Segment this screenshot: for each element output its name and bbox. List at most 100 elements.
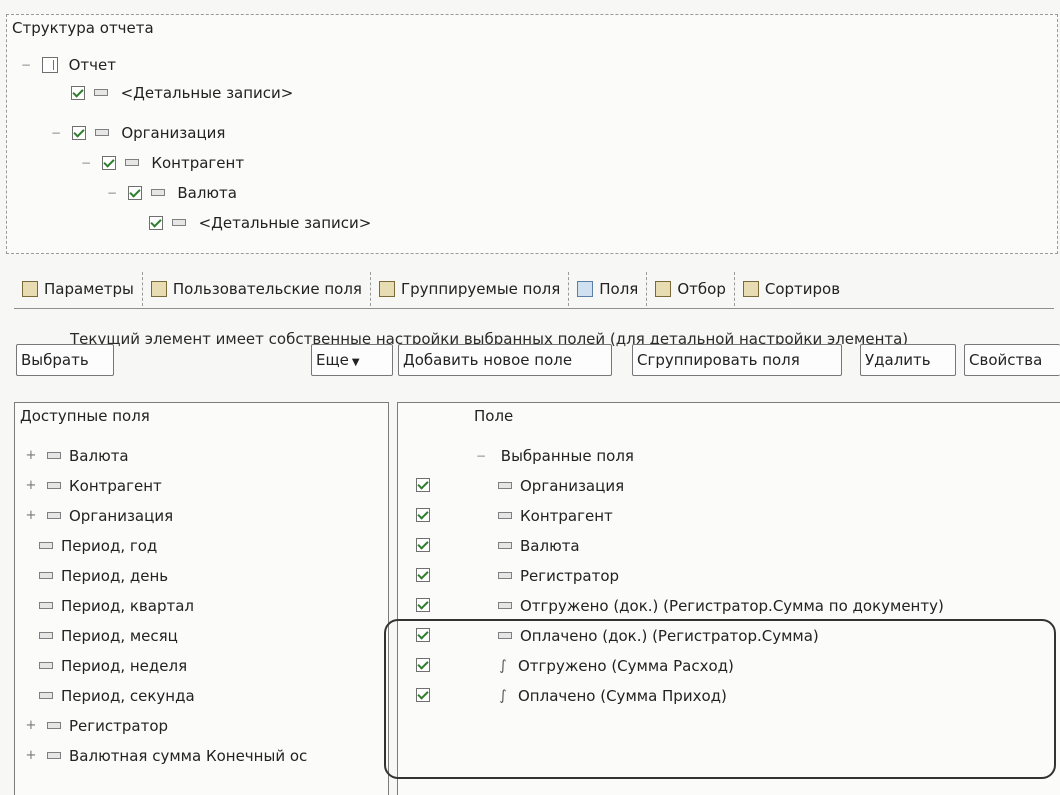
available-field-item[interactable]: + Контрагент [15,471,162,499]
available-field-label: Период, день [61,566,169,585]
selected-field-row[interactable]: Регистратор [398,561,1060,589]
selected-field-row[interactable]: Организация [398,471,1060,499]
selected-field-cell: Контрагент [498,501,613,530]
available-field-label: Период, квартал [61,596,194,615]
selected-field-row[interactable]: Валюта [398,531,1060,559]
tree-item-label: Контрагент [151,153,245,172]
field-icon [39,632,53,639]
tree-item-currency[interactable]: − Валюта [105,181,237,203]
field-icon [171,219,186,226]
selected-field-cell: Валюта [498,531,580,560]
available-field-item[interactable]: Период, квартал [15,591,194,619]
use-field-checkbox[interactable] [416,628,430,642]
tab-grouped-fields[interactable]: Группируемые поля [371,272,570,306]
choose-button[interactable]: Выбрать [16,344,114,376]
tab-filter[interactable]: Отбор [647,272,735,306]
field-icon [498,632,512,639]
tree-item-detail-records[interactable]: <Детальные записи> [71,81,293,103]
filter-icon [655,281,672,297]
selected-field-row[interactable]: Контрагент [398,501,1060,529]
expand-icon[interactable]: + [23,712,39,740]
tree-checkbox[interactable] [127,185,142,200]
expand-icon[interactable]: + [23,742,39,770]
selected-field-cell: ∫ Отгружено (Сумма Расход) [498,651,734,680]
use-field-checkbox[interactable] [416,478,430,492]
selected-field-row[interactable]: Оплачено (док.) (Регистратор.Сумма) [398,621,1060,649]
delete-button[interactable]: Удалить [860,344,956,376]
selected-fields-group[interactable]: − Выбранные поля [398,441,1060,469]
structure-title: Структура отчета [12,19,154,37]
tree-item-counterparty[interactable]: − Контрагент [79,151,244,173]
available-field-item[interactable]: + Валюта [15,441,129,469]
more-button[interactable]: Еще ▼ [311,344,393,376]
selected-field-label: Контрагент [520,506,613,525]
tab-label: Отбор [677,280,726,298]
grouped-fields-icon [378,281,395,297]
tree-item-report[interactable]: − Отчет [19,53,116,75]
field-icon [39,542,53,549]
tab-label: Пользовательские поля [172,280,362,298]
expand-icon[interactable]: + [23,442,39,470]
field-icon [93,89,108,96]
available-fields-list[interactable]: Доступные поля + Валюта + Контрагент + Органи… [14,402,389,795]
collapse-icon[interactable]: − [19,54,33,76]
expand-icon[interactable]: + [23,472,39,500]
selected-field-label: Отгружено (Сумма Расход) [518,656,734,675]
tree-item-organization[interactable]: − Организация [49,121,225,143]
numeric-field-icon: ∫ [499,657,507,674]
collapse-icon[interactable]: − [474,442,488,470]
use-field-checkbox[interactable] [416,568,430,582]
button-label: Сгруппировать поля [637,351,800,369]
report-icon [41,56,58,73]
fields-icon [577,281,594,297]
use-field-checkbox[interactable] [416,508,430,522]
tree-checkbox[interactable] [71,125,86,140]
tree-checkbox[interactable] [71,85,85,100]
selected-field-row[interactable]: Отгружено (док.) (Регистратор.Сумма по д… [398,591,1060,619]
field-icon [39,572,53,579]
available-field-item[interactable]: Период, месяц [15,621,178,649]
collapse-icon[interactable]: − [79,152,93,174]
chevron-down-icon: ▼ [351,357,360,368]
field-icon [498,572,512,579]
use-field-checkbox[interactable] [416,538,430,552]
available-field-item[interactable]: Период, секунда [15,681,195,709]
use-field-checkbox[interactable] [416,598,430,612]
selected-field-row[interactable]: ∫ Оплачено (Сумма Приход) [398,681,1060,709]
tab-parameters[interactable]: Параметры [14,272,143,306]
tab-label: Группируемые поля [400,280,561,298]
add-new-field-button[interactable]: Добавить новое поле [398,344,612,376]
tab-sort[interactable]: Сортиров [735,272,848,306]
field-icon [94,129,109,136]
tree-checkbox[interactable] [149,215,163,230]
available-field-item[interactable]: + Валютная сумма Конечный ос [15,741,308,770]
available-field-item[interactable]: Период, год [15,531,157,559]
report-structure-panel: Структура отчета − Отчет <Детальные запи… [6,14,1058,254]
selected-field-cell: Регистратор [498,561,619,590]
field-icon [47,722,61,729]
field-icon [498,512,512,519]
available-field-item[interactable]: Период, день [15,561,168,589]
available-field-item[interactable]: + Регистратор [15,711,169,740]
tree-item-detail-records-nested[interactable]: <Детальные записи> [149,211,371,233]
tab-label: Параметры [44,280,134,298]
selected-fields-list[interactable]: Поле − Выбранные поля Организация Контраг… [397,402,1060,795]
collapse-icon[interactable]: − [105,182,119,204]
expand-icon[interactable]: + [23,502,39,530]
available-field-item[interactable]: + Организация [15,501,174,530]
sort-icon [742,281,759,297]
tab-custom-fields[interactable]: Пользовательские поля [143,272,371,306]
tab-label: Поля [599,280,639,298]
use-field-checkbox[interactable] [416,688,430,702]
tree-checkbox[interactable] [101,155,116,170]
use-field-checkbox[interactable] [416,658,430,672]
field-icon [39,602,53,609]
tab-fields[interactable]: Поля [569,272,648,306]
properties-button[interactable]: Свойства [964,344,1060,376]
group-fields-button[interactable]: Сгруппировать поля [632,344,842,376]
available-field-item[interactable]: Период, неделя [15,651,187,679]
field-icon [39,692,53,699]
selected-field-label: Валюта [520,536,580,555]
collapse-icon[interactable]: − [49,122,63,144]
selected-field-row[interactable]: ∫ Отгружено (Сумма Расход) [398,651,1060,679]
